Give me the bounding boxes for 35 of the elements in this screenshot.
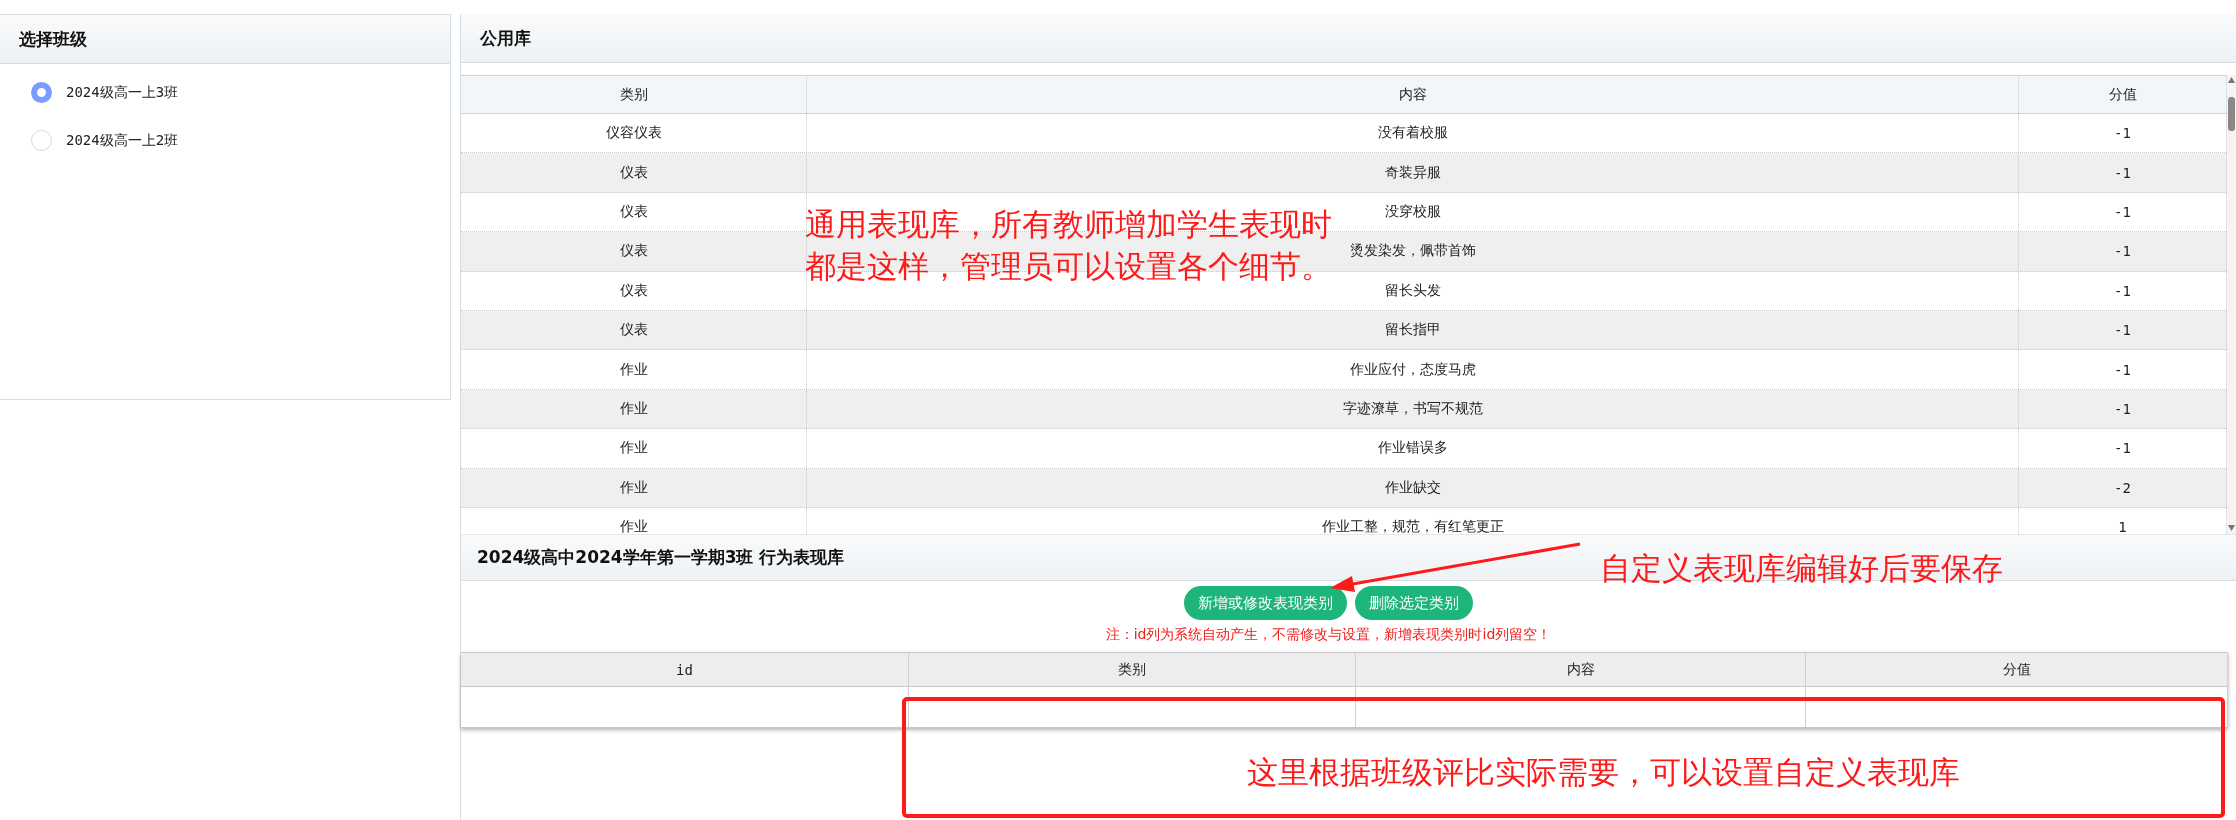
table-cell: 仪表 <box>461 310 807 350</box>
table-cell: 仪表 <box>461 192 807 232</box>
table-cell: 作业 <box>461 350 807 389</box>
table-cell: 作业 <box>461 429 807 468</box>
table-cell: 作业缺交 <box>807 468 2019 507</box>
table-cell: 仪表 <box>461 271 807 310</box>
table-cell: 作业应付，态度马虎 <box>807 350 2019 389</box>
table-cell: 作业 <box>461 389 807 429</box>
panel-title: 2024级高中2024学年第一学期3班 行为表现库 <box>477 546 845 569</box>
scrollbar[interactable] <box>2227 75 2236 534</box>
column-header[interactable]: 类别 <box>909 653 1356 686</box>
annotation-text: 这里根据班级评比实际需要，可以设置自定义表现库 <box>1247 753 1960 792</box>
note-text: 注：id列为系统自动产生，不需修改与设置，新增表现类别时id列留空！ <box>1104 626 1553 644</box>
column-header[interactable]: 内容 <box>807 76 2019 113</box>
table-cell: 奇装异服 <box>807 153 2019 192</box>
panel-title: 选择班级 <box>19 27 87 51</box>
column-header[interactable]: 类别 <box>461 76 807 113</box>
table-cell: 作业错误多 <box>807 429 2019 468</box>
column-header[interactable]: id <box>461 653 909 686</box>
panel-title: 公用库 <box>480 26 531 50</box>
table-cell: 留长指甲 <box>807 310 2019 350</box>
annotation-text: 通用表现库，所有教师增加学生表现时 <box>805 205 1332 244</box>
annotation-text: 自定义表现库编辑好后要保存 <box>1600 549 2003 588</box>
radio-button[interactable] <box>31 82 52 103</box>
class-option-label[interactable]: 2024级高一上3班 <box>66 83 179 102</box>
table-cell: 字迹潦草，书写不规范 <box>807 389 2019 429</box>
table-cell: 仪容仪表 <box>461 114 807 153</box>
column-header[interactable]: 分值 <box>1806 653 2228 686</box>
annotation-text: 都是这样，管理员可以设置各个细节。 <box>805 247 1332 286</box>
column-header[interactable]: 内容 <box>1356 653 1806 686</box>
radio-button[interactable] <box>31 130 52 151</box>
table-cell: 作业 <box>461 468 807 507</box>
table-cell: 没有着校服 <box>807 114 2019 153</box>
table-cell: 仪表 <box>461 153 807 192</box>
class-option-label[interactable]: 2024级高一上2班 <box>66 131 179 150</box>
